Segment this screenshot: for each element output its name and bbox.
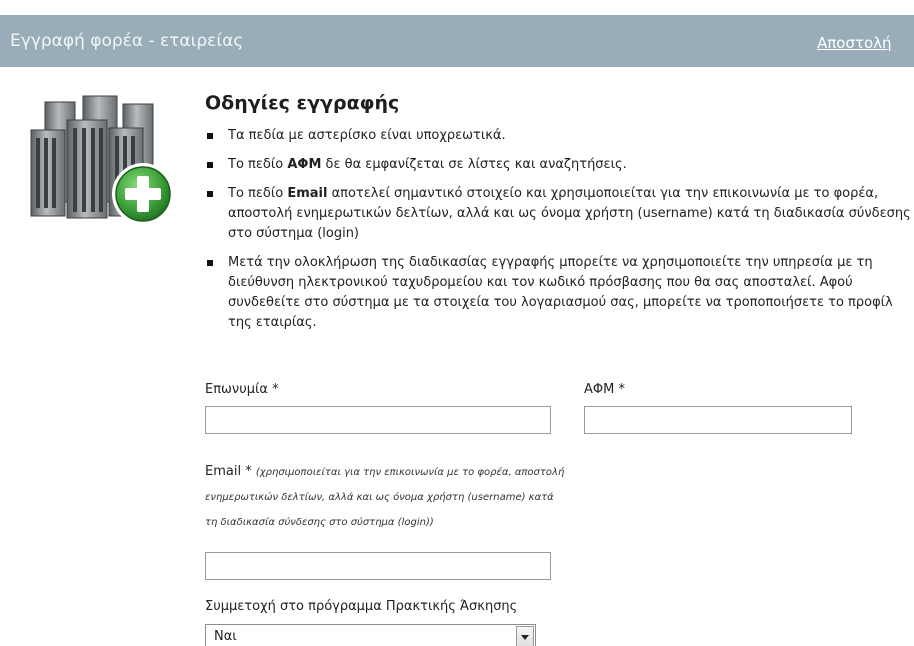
- email-input[interactable]: [205, 552, 551, 580]
- instruction-item: Το πεδίο ΑΦΜ δε θα εμφανίζεται σε λίστες…: [205, 155, 914, 175]
- email-label: Email * (χρησιμοποιείται για την επικοιν…: [205, 464, 565, 528]
- company-name-label: Επωνυμία *: [205, 382, 279, 397]
- registration-page: Εγγραφή φορέα - εταιρείας Αποστολή Οδηγί…: [0, 0, 914, 646]
- company-buildings-add-icon: [30, 95, 174, 225]
- afm-input[interactable]: [584, 406, 852, 434]
- company-name-input[interactable]: [205, 406, 551, 434]
- email-hint: (χρησιμοποιείται για την επικοινωνία με …: [205, 467, 565, 528]
- header-bar: Εγγραφή φορέα - εταιρείας Αποστολή: [0, 15, 914, 67]
- page-title: Εγγραφή φορέα - εταιρείας: [10, 31, 244, 51]
- participation-selected-value: Ναι: [214, 629, 237, 644]
- chevron-down-icon[interactable]: [516, 626, 534, 646]
- instruction-item: Το πεδίο Email αποτελεί σημαντικό στοιχε…: [205, 184, 914, 244]
- participation-select[interactable]: Ναι: [205, 624, 536, 646]
- instruction-item: Μετά την ολοκλήρωση της διαδικασίας εγγρ…: [205, 253, 914, 333]
- instruction-item: Τα πεδία με αστερίσκο είναι υποχρεωτικά.: [205, 126, 914, 146]
- participation-label: Συμμετοχή στο πρόγραμμα Πρακτικής Άσκηση…: [205, 599, 518, 614]
- submit-link[interactable]: Αποστολή: [817, 34, 892, 52]
- instructions-title: Οδηγίες εγγραφής: [205, 92, 400, 114]
- afm-label: ΑΦΜ *: [584, 382, 625, 397]
- instructions-list: Τα πεδία με αστερίσκο είναι υποχρεωτικά.…: [205, 126, 914, 342]
